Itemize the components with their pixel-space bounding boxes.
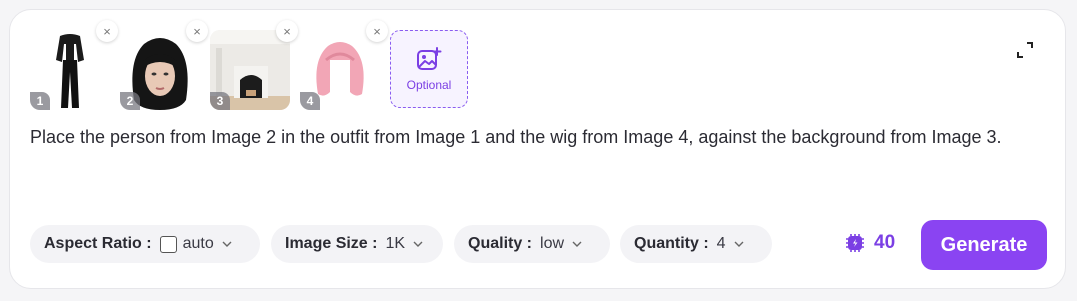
chevron-down-icon — [572, 241, 582, 247]
image-thumbnail-2[interactable]: 2 — [120, 30, 200, 110]
quality-label: Quality : — [468, 235, 533, 252]
add-optional-image-button[interactable]: Optional — [390, 30, 468, 108]
chip-credit-icon — [846, 234, 864, 252]
aspect-ratio-label: Aspect Ratio : — [44, 235, 152, 252]
credit-value: 40 — [874, 232, 896, 253]
aspect-ratio-select[interactable]: Aspect Ratio : auto — [30, 225, 260, 263]
quantity-select[interactable]: Quantity : 4 — [620, 225, 772, 263]
chevron-down-icon — [222, 241, 232, 247]
quality-select[interactable]: Quality : low — [454, 225, 610, 263]
image-thumbnail-3[interactable]: 3 — [210, 30, 290, 110]
quantity-label: Quantity : — [634, 235, 709, 252]
image-size-value: 1K — [385, 235, 406, 252]
prompt-card: 1 × 2 × 3 × 4 × Optional Place the perso… — [9, 9, 1066, 289]
chevron-down-icon — [734, 241, 744, 247]
aspect-ratio-value: auto — [182, 235, 214, 252]
generate-button[interactable]: Generate — [921, 220, 1047, 270]
aspect-ratio-checkbox[interactable] — [159, 235, 177, 253]
image-size-label: Image Size : — [285, 235, 378, 252]
prompt-text[interactable]: Place the person from Image 2 in the out… — [30, 122, 1040, 152]
credit-cost: 40 — [844, 232, 895, 254]
image-thumbnail-1[interactable]: 1 — [30, 30, 110, 110]
optional-label: Optional — [406, 78, 452, 92]
image-number-badge: 2 — [120, 92, 140, 110]
image-number-badge: 3 — [210, 92, 230, 110]
image-size-select[interactable]: Image Size : 1K — [271, 225, 443, 263]
image-number-badge: 1 — [30, 92, 50, 110]
image-number-badge: 4 — [300, 92, 320, 110]
quantity-value: 4 — [716, 235, 726, 252]
remove-image-1-button[interactable]: × — [96, 20, 118, 42]
chevron-down-icon — [413, 241, 423, 247]
remove-image-4-button[interactable]: × — [366, 20, 388, 42]
add-image-icon — [417, 47, 442, 70]
quality-value: low — [540, 235, 565, 252]
remove-image-2-button[interactable]: × — [186, 20, 208, 42]
image-thumbnail-4[interactable]: 4 — [300, 30, 380, 110]
remove-image-3-button[interactable]: × — [276, 20, 298, 42]
expand-icon[interactable] — [1015, 40, 1035, 60]
